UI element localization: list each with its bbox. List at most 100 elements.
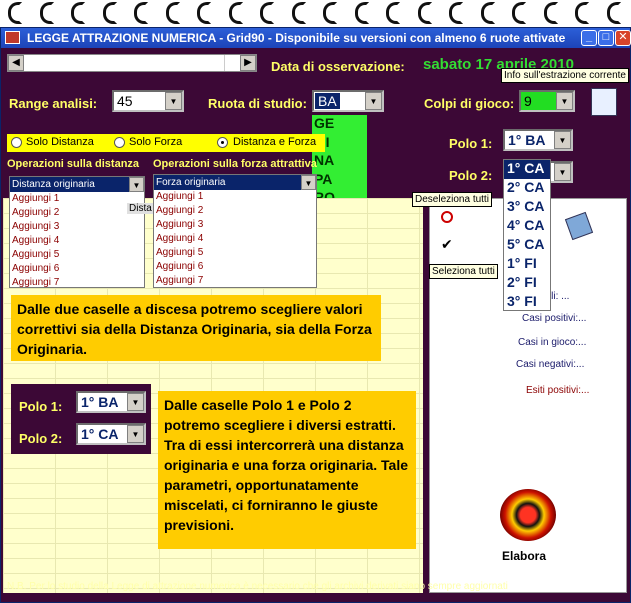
elabora-icon[interactable] (500, 489, 556, 541)
chevron-down-icon[interactable]: ▼ (365, 92, 382, 110)
radio-solo-distanza-label: Solo Distanza (26, 136, 94, 148)
binding-ring (8, 2, 22, 24)
seleziona-tooltip: Seleziona tutti (429, 264, 498, 279)
window-title: LEGGE ATTRAZIONE NUMERICA - Grid90 - Dis… (27, 31, 566, 45)
list-item[interactable]: Aggiungi 6 (154, 260, 316, 274)
radio-solo-distanza[interactable] (11, 137, 22, 148)
binding-ring (134, 2, 148, 24)
polo1-select[interactable]: 1° BA ▼ (503, 129, 573, 151)
callout-distanza-forza: Dalle due caselle a discesa potremo sceg… (11, 295, 381, 361)
radio-distanza-forza[interactable] (217, 137, 228, 148)
radio-solo-forza-label: Solo Forza (129, 136, 183, 148)
binding-ring (512, 2, 526, 24)
checkmark-icon[interactable]: ✔ (441, 236, 453, 253)
binding-ring (323, 2, 337, 24)
list-item[interactable]: Aggiungi 1 (154, 190, 316, 204)
chevron-down-icon[interactable]: ▼ (165, 92, 182, 110)
hidden-column-header: Dista (127, 203, 154, 214)
polo-option[interactable]: 1° FI (504, 255, 550, 274)
distanza-selected[interactable]: Distanza originaria ▼ (10, 177, 144, 192)
chevron-down-icon: ▼ (127, 425, 144, 443)
scroll-left-icon[interactable]: ◀ (8, 55, 24, 71)
polo-option[interactable]: 3° CA (504, 198, 550, 217)
list-item[interactable]: Aggiungi 7 (10, 276, 144, 290)
ruota-select[interactable]: BA ▼ (312, 90, 384, 112)
binding-ring (197, 2, 211, 24)
elabora-label[interactable]: Elabora (502, 549, 546, 563)
list-item[interactable]: Aggiungi 5 (154, 246, 316, 260)
polo-option[interactable]: 2° FI (504, 274, 550, 293)
scroll-thumb[interactable] (25, 55, 225, 71)
casi-negativi-label: Casi negativi:... (516, 359, 585, 370)
callout-polo: Dalle caselle Polo 1 e Polo 2 potremo sc… (158, 391, 416, 549)
binding-ring (71, 2, 85, 24)
radio-distanza-forza-label: Distanza e Forza (233, 136, 317, 148)
polo1-label: Polo 1: (449, 136, 493, 151)
chevron-down-icon[interactable]: ▼ (554, 163, 571, 181)
ruota-option[interactable]: GE (312, 115, 367, 134)
polo2-dropdown-list[interactable]: 1° CA 2° CA 3° CA 4° CA 5° CA 1° FI 2° FI 3° FI (503, 159, 551, 311)
forza-selected[interactable]: Forza originaria ▼ (154, 175, 316, 190)
print-info-icon[interactable] (591, 88, 617, 116)
polo-option[interactable]: 4° CA (504, 217, 550, 236)
polo-option[interactable]: 1° CA (504, 160, 550, 179)
polo1-demo-label: Polo 1: (19, 399, 63, 414)
polo-option[interactable]: 5° CA (504, 236, 550, 255)
list-item[interactable]: Aggiungi 2 (154, 204, 316, 218)
range-select[interactable]: 45 ▼ (112, 90, 184, 112)
forza-dropdown[interactable]: Forza originaria ▼ Aggiungi 1 Aggiungi 2 Ag… (153, 174, 317, 288)
binding-ring (102, 2, 117, 24)
binding-ring (543, 2, 558, 24)
distanza-dropdown[interactable]: Distanza originaria ▼ Aggiungi 1 Aggiungi … (9, 176, 145, 288)
binding-ring (228, 2, 243, 24)
data-osservazione-label: Data di osservazione: (271, 59, 405, 74)
colpi-label: Colpi di gioco: (424, 96, 515, 111)
list-item[interactable]: Aggiungi 6 (10, 262, 144, 276)
binding-ring (417, 2, 432, 24)
polo2-demo-label: Polo 2: (19, 431, 63, 446)
polo-demo-box: Polo 1: 1° BA ▼ Polo 2: 1° CA ▼ (11, 384, 151, 454)
list-item[interactable]: Aggiungi 5 (10, 248, 144, 262)
list-item[interactable]: Aggiungi 1 (10, 192, 144, 206)
chevron-down-icon: ▼ (129, 177, 144, 192)
binding-ring (291, 2, 306, 24)
list-item[interactable]: Aggiungi 4 (10, 234, 144, 248)
list-item[interactable]: Aggiungi 2 (10, 206, 144, 220)
binding-ring (386, 2, 400, 24)
chevron-down-icon[interactable]: ▼ (554, 131, 571, 149)
binding-ring (354, 2, 369, 24)
app-window: LEGGE ATTRAZIONE NUMERICA - Grid90 - Dis… (0, 27, 631, 603)
list-item[interactable]: Aggiungi 7 (154, 274, 316, 288)
maximize-button[interactable]: □ (598, 30, 614, 46)
binding-ring (575, 2, 589, 24)
binding-ring (165, 2, 180, 24)
deselect-all-icon[interactable] (441, 211, 453, 223)
list-item[interactable]: Aggiungi 3 (154, 218, 316, 232)
info-tooltip: Info sull'estrazione corrente (501, 68, 629, 83)
polo2-demo-select[interactable]: 1° CA ▼ (76, 423, 146, 445)
ruota-option[interactable]: PA (312, 171, 367, 190)
minimize-button[interactable]: _ (581, 30, 597, 46)
list-item[interactable]: Aggiungi 4 (154, 232, 316, 246)
polo1-demo-select[interactable]: 1° BA ▼ (76, 391, 146, 413)
polo-option[interactable]: 3° FI (504, 293, 550, 312)
list-item[interactable]: Aggiungi 3 (10, 220, 144, 234)
radio-solo-forza[interactable] (114, 137, 125, 148)
book-icon[interactable] (564, 211, 594, 241)
footer-note: N.B. Per lo studio della Legge di attraz… (7, 581, 508, 592)
range-label: Range analisi: (9, 96, 98, 111)
horizontal-scrollbar[interactable]: ◀ ▶ (7, 54, 257, 72)
scroll-right-icon[interactable]: ▶ (240, 55, 256, 71)
chevron-down-icon[interactable]: ▼ (556, 92, 573, 110)
ruota-label: Ruota di studio: (208, 96, 307, 111)
colpi-select[interactable]: 9 ▼ (519, 90, 575, 112)
binding-ring (449, 2, 463, 24)
distanza-title: Operazioni sulla distanza (7, 158, 140, 170)
close-button[interactable]: ✕ (615, 30, 631, 46)
forza-title: Operazioni sulla forza attrattiva (153, 158, 317, 170)
ruota-option[interactable]: NA (312, 152, 367, 171)
deseleziona-tooltip: Deseleziona tutti (412, 192, 492, 207)
polo-option[interactable]: 2° CA (504, 179, 550, 198)
polo1-value: 1° BA (508, 132, 546, 148)
chevron-down-icon: ▼ (301, 175, 316, 190)
